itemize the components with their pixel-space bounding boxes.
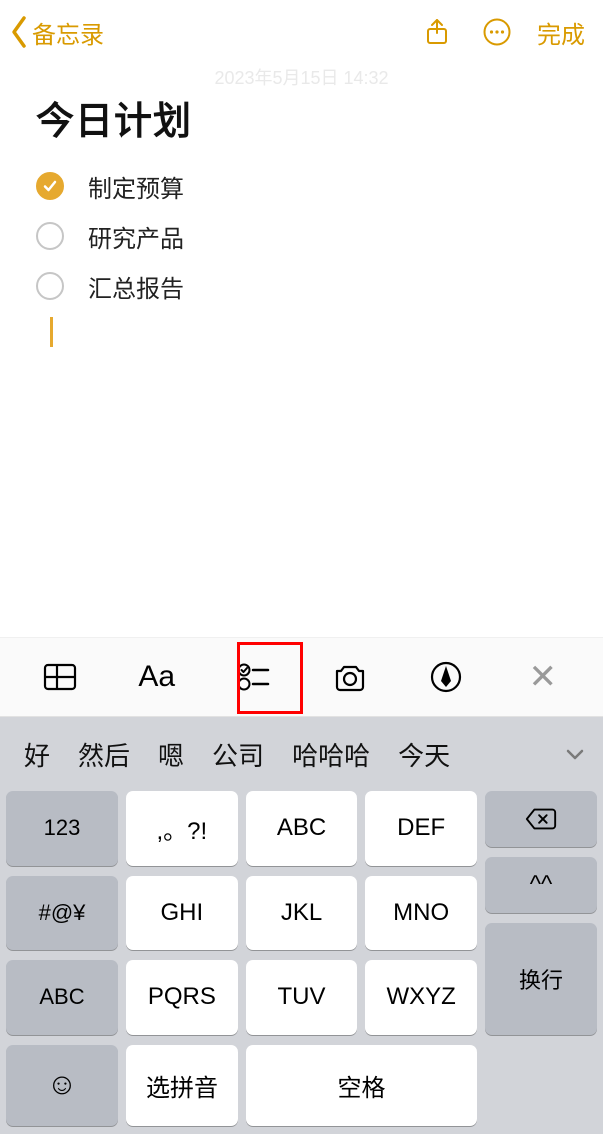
chevron-left-icon — [8, 14, 30, 50]
checklist-button[interactable] — [219, 649, 287, 705]
candidate-expand-button[interactable] — [557, 736, 593, 772]
key-backspace[interactable] — [485, 791, 597, 847]
key-punct[interactable]: ,。?! — [126, 791, 238, 866]
checklist-icon — [235, 659, 271, 695]
camera-icon — [332, 659, 368, 695]
back-button[interactable]: 备忘录 — [8, 14, 104, 50]
markup-button[interactable] — [412, 649, 480, 705]
key-mno[interactable]: MNO — [365, 876, 477, 951]
candidate-word[interactable]: 然后 — [64, 736, 144, 773]
key-abc2[interactable]: ABC — [246, 791, 358, 866]
candidate-bar: 好 然后 嗯 公司 哈哈哈 今天 — [0, 717, 603, 791]
candidate-word[interactable]: 哈哈哈 — [278, 736, 384, 773]
more-button[interactable] — [467, 17, 527, 47]
text-format-button[interactable]: Aa — [123, 649, 191, 705]
checklist-item-text: 汇总报告 — [88, 269, 184, 304]
candidate-word[interactable]: 今天 — [384, 736, 464, 773]
candidate-word[interactable]: 好 — [10, 736, 64, 773]
checklist-item-text: 研究产品 — [88, 219, 184, 254]
share-icon — [422, 17, 452, 47]
key-pqrs[interactable]: PQRS — [126, 960, 238, 1035]
done-button[interactable]: 完成 — [537, 15, 585, 50]
back-label: 备忘录 — [32, 15, 104, 50]
key-emoji[interactable]: ☺ — [6, 1045, 118, 1126]
key-abc[interactable]: ABC — [6, 960, 118, 1035]
checklist-item[interactable]: 制定预算 — [36, 161, 567, 211]
emoji-icon: ☺ — [47, 1068, 78, 1102]
checklist-bullet-checked[interactable] — [36, 172, 64, 200]
key-return[interactable]: 换行 — [485, 923, 597, 1035]
key-face[interactable]: ^^ — [485, 857, 597, 913]
camera-button[interactable] — [316, 649, 384, 705]
close-icon: ✕ — [529, 657, 558, 697]
checklist-item[interactable]: 研究产品 — [36, 211, 567, 261]
key-jkl[interactable]: JKL — [246, 876, 358, 951]
share-button[interactable] — [407, 17, 467, 47]
checklist-bullet-empty[interactable] — [36, 222, 64, 250]
pen-circle-icon — [428, 659, 464, 695]
table-icon — [42, 659, 78, 695]
key-symbols[interactable]: #@¥ — [6, 876, 118, 951]
aa-icon: Aa — [138, 660, 175, 694]
table-button[interactable] — [26, 649, 94, 705]
key-select-pinyin[interactable]: 选拼音 — [126, 1045, 238, 1126]
dismiss-toolbar-button[interactable]: ✕ — [509, 649, 577, 705]
checkmark-icon — [42, 178, 58, 194]
navigation-bar: 备忘录 完成 — [0, 0, 603, 64]
note-content[interactable]: 今日计划 制定预算 研究产品 汇总报告 — [0, 88, 603, 637]
backspace-icon — [524, 806, 558, 832]
key-123[interactable]: 123 — [6, 791, 118, 866]
timestamp-row: 2023年5月15日 14:32 — [0, 64, 603, 88]
checklist-bullet-empty[interactable] — [36, 272, 64, 300]
checklist-item[interactable]: 汇总报告 — [36, 261, 567, 311]
chevron-down-icon — [563, 742, 587, 766]
candidate-word[interactable]: 公司 — [198, 736, 278, 773]
key-ghi[interactable]: GHI — [126, 876, 238, 951]
key-space[interactable]: 空格 — [246, 1045, 477, 1126]
checklist-item-text: 制定预算 — [88, 169, 184, 204]
format-toolbar: Aa ✕ — [0, 637, 603, 717]
key-tuv[interactable]: TUV — [246, 960, 358, 1035]
text-cursor — [50, 317, 53, 347]
key-wxyz[interactable]: WXYZ — [365, 960, 477, 1035]
keyboard: 好 然后 嗯 公司 哈哈哈 今天 123 #@¥ ABC ,。?! ABC — [0, 717, 603, 1134]
note-timestamp: 2023年5月15日 14:32 — [214, 68, 388, 88]
key-def[interactable]: DEF — [365, 791, 477, 866]
ellipsis-circle-icon — [482, 17, 512, 47]
note-title[interactable]: 今日计划 — [36, 90, 567, 145]
candidate-word[interactable]: 嗯 — [144, 736, 198, 773]
